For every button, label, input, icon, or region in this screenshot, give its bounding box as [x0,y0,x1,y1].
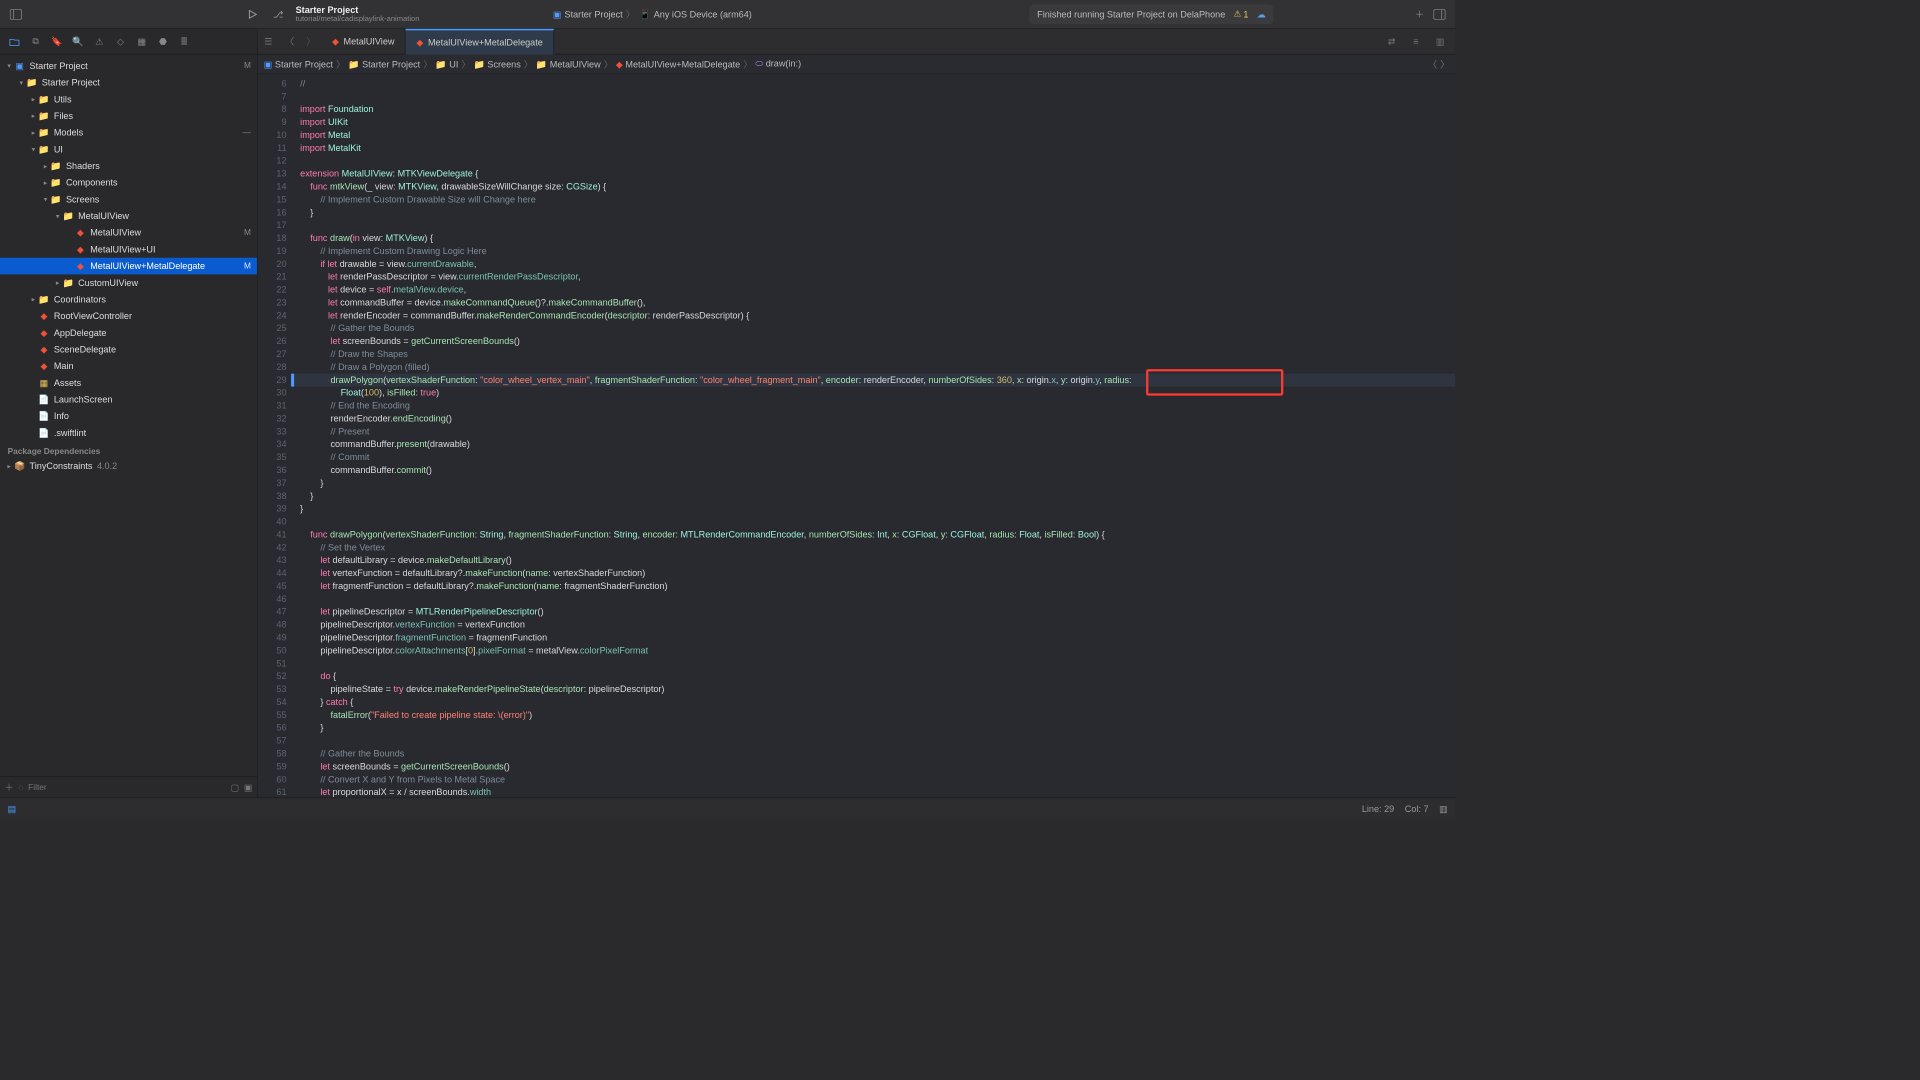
status-bar: ▤ Line: 29 Col: 7 ▥ [0,797,1455,818]
activity-status: Finished running Starter Project on Dela… [1030,4,1274,24]
test-navigator-icon[interactable]: ◇ [111,31,131,51]
line-gutter: 6789101112131415161718192021222324252627… [258,74,294,797]
add-target-icon[interactable]: ＋ [5,781,14,794]
breadcrumb-item[interactable]: 📁 Screens [474,59,521,70]
cursor-col: Col: 7 [1405,803,1429,814]
editor-options-icon[interactable]: ≡ [1405,31,1426,52]
tab-bar: ☰ 〈 〉 ◆MetalUIView◆MetalUIView+MetalDele… [258,29,1456,55]
code-content[interactable]: //import Foundationimport UIKitimport Me… [294,74,1455,797]
bookmarks-navigator-icon[interactable]: 🔖 [47,31,67,51]
source-control-navigator-icon[interactable]: ⧉ [26,31,46,51]
add-icon[interactable]: ＋ [1410,4,1430,24]
tree-item-components[interactable]: ▸📁Components [0,174,257,191]
jump-bar[interactable]: ▣ Starter Project〉📁 Starter Project〉📁 UI… [258,55,1456,75]
tree-item-files[interactable]: ▸📁Files [0,108,257,125]
breadcrumb-item[interactable]: ▣ Starter Project [264,59,333,70]
scheme-project: Starter Project [565,9,623,20]
tree-root-label: Starter Project [30,61,88,72]
tab-metaluiview-metaldelegate[interactable]: ◆MetalUIView+MetalDelegate [406,28,554,54]
deps-header: Package Dependencies [0,441,257,458]
toggle-right-panel-icon[interactable] [1430,4,1450,24]
add-editor-icon[interactable]: ▥ [1430,31,1451,52]
tree-item-metaluiview[interactable]: ◆MetalUIViewM [0,224,257,241]
tree-item-screens[interactable]: ▾📁Screens [0,191,257,208]
swift-icon: ◆ [332,36,339,47]
tree-item-launchscreen[interactable]: 📄LaunchScreen [0,391,257,408]
swift-icon: ◆ [416,37,423,48]
toggle-navigator-icon[interactable] [6,4,26,24]
cursor-line: Line: 29 [1362,803,1394,814]
git-branch-icon[interactable]: ⎇ [268,4,288,24]
tree-item-metaluiview-metaldelegate[interactable]: ◆MetalUIView+MetalDelegateM [0,258,257,275]
breadcrumb-item[interactable]: ⬭ draw(in:) [755,58,801,69]
tree-item-info[interactable]: 📄Info [0,408,257,425]
tree-item-rootviewcontroller[interactable]: ◆RootViewController [0,308,257,325]
project-title-group: Starter Project tutorial/metal/cadisplay… [296,5,420,24]
tree-item-customuiview[interactable]: ▸📁CustomUIView [0,274,257,291]
scheme-selector[interactable]: ▣Starter Project〉 📱Any iOS Device (arm64… [553,8,752,21]
tree-item-scenedelegate[interactable]: ◆SceneDelegate [0,341,257,358]
tree-item-starter-project[interactable]: ▾📁Starter Project [0,74,257,91]
run-status-text: Finished running Starter Project on Dela… [1037,9,1225,20]
tree-item--swiftlint[interactable]: 📄.swiftlint [0,424,257,441]
navigator-filter: ＋ ◌ ▢ ▣ [0,776,257,797]
cloud-icon: ☁ [1257,9,1266,20]
adjust-editor-icon[interactable]: ⇄ [1381,31,1402,52]
tree-item-metaluiview[interactable]: ▾📁MetalUIView [0,208,257,225]
filter-scope-icon[interactable]: ◌ [18,782,23,793]
run-button[interactable] [243,4,263,24]
editor-area: ☰ 〈 〉 ◆MetalUIView◆MetalUIView+MetalDele… [258,29,1456,798]
dependency-version: 4.0.2 [97,461,117,472]
project-title: Starter Project [296,5,420,16]
scheme-device: Any iOS Device (arm64) [654,9,752,20]
library-icon[interactable] [26,4,46,24]
navigator-sidebar: ⧉ 🔖 🔍 ⚠ ◇ ▦ ⬣ ≣ ▾▣ Starter Project M ▾📁S… [0,29,258,798]
find-navigator-icon[interactable]: 🔍 [68,31,88,51]
tree-item-shaders[interactable]: ▸📁Shaders [0,158,257,175]
breadcrumb-item[interactable]: 📁 UI [435,59,458,70]
toolbar: ⎇ Starter Project tutorial/metal/cadispl… [0,0,1455,29]
scm-filter-icon[interactable]: ▣ [244,782,253,793]
tree-item-coordinators[interactable]: ▸📁Coordinators [0,291,257,308]
tree-item-metaluiview-ui[interactable]: ◆MetalUIView+UI [0,241,257,258]
debug-navigator-icon[interactable]: ▦ [132,31,152,51]
breadcrumb-item[interactable]: ◆ MetalUIView+MetalDelegate [616,59,740,70]
tree-item-ui[interactable]: ▾📁UI [0,141,257,158]
debug-area-toggle-icon[interactable]: ▤ [8,803,17,814]
tree-item-models[interactable]: ▸📁Models— [0,124,257,141]
tab-metaluiview[interactable]: ◆MetalUIView [321,28,405,54]
project-subtitle: tutorial/metal/cadisplaylink-animation [296,15,420,23]
project-tree: ▾▣ Starter Project M ▾📁Starter Project▸📁… [0,55,257,777]
tree-item-assets[interactable]: ▦Assets [0,374,257,391]
forward-button[interactable]: 〉 [300,31,321,52]
tree-root[interactable]: ▾▣ Starter Project M [0,58,257,75]
jump-next-icon[interactable]: 〉 [1440,58,1449,71]
tree-item-utils[interactable]: ▸📁Utils [0,91,257,108]
minimap-toggle-icon[interactable]: ▥ [1439,803,1448,814]
filter-input[interactable] [28,783,226,792]
dependency-name: TinyConstraints [30,461,93,472]
tree-item-main[interactable]: ◆Main [0,358,257,375]
recent-filter-icon[interactable]: ▢ [231,782,240,793]
breadcrumb-item[interactable]: 📁 Starter Project [348,59,420,70]
navigator-selector: ⧉ 🔖 🔍 ⚠ ◇ ▦ ⬣ ≣ [0,29,257,55]
code-editor[interactable]: 6789101112131415161718192021222324252627… [258,74,1456,797]
dependency-row[interactable]: ▸📦 TinyConstraints 4.0.2 [0,458,257,475]
issue-navigator-icon[interactable]: ⚠ [89,31,109,51]
back-button[interactable]: 〈 [279,31,300,52]
jump-prev-icon[interactable]: 〈 [1428,58,1437,71]
report-navigator-icon[interactable]: ≣ [174,31,194,51]
breakpoint-navigator-icon[interactable]: ⬣ [153,31,173,51]
related-items-icon[interactable]: ☰ [258,31,279,52]
scm-status: M [244,61,251,70]
project-navigator-icon[interactable] [5,31,25,51]
breadcrumb-item[interactable]: 📁 MetalUIView [536,59,601,70]
tree-item-appdelegate[interactable]: ◆AppDelegate [0,324,257,341]
warning-badge[interactable]: ⚠ 1 [1230,8,1252,20]
